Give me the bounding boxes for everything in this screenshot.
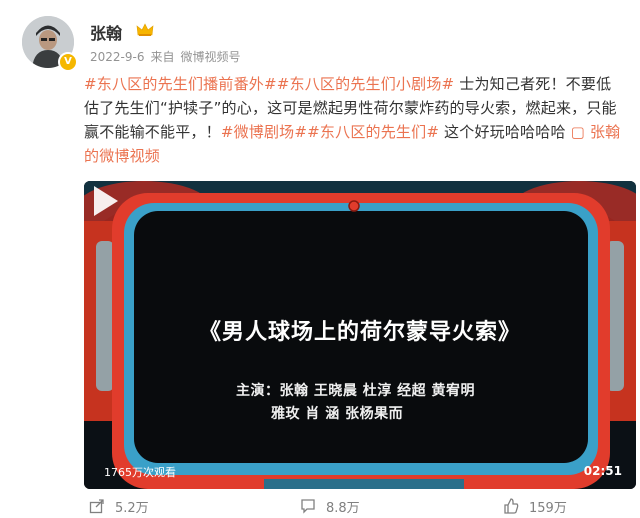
video-title-card: 《男人球场上的荷尔蒙导火索》 [198, 320, 521, 345]
verified-badge-icon: V [58, 52, 78, 72]
post-date[interactable]: 2022-9-6 [90, 50, 144, 64]
like-icon [504, 498, 519, 514]
action-bar: 5.2万 8.8万 159万 [0, 494, 640, 518]
user-name[interactable]: 张翰 [90, 20, 122, 44]
video-link-icon: ▢ [570, 123, 590, 141]
comment-count: 8.8万 [326, 500, 360, 516]
post-text: #东八区的先生们播前番外##东八区的先生们小剧场# 士为知己者死！不要低估了先生… [84, 72, 624, 168]
share-icon [89, 499, 104, 514]
post-body-text: 这个好玩哈哈哈哈 [439, 123, 571, 141]
play-icon[interactable] [84, 181, 124, 221]
hashtag-link[interactable]: #东八区的先生们# [307, 123, 439, 141]
member-crown-icon [136, 23, 154, 36]
post-source[interactable]: 微博视频号 [180, 50, 240, 64]
share-count: 5.2万 [115, 500, 149, 516]
video-view-count: 1765万次观看 [104, 466, 176, 479]
hashtag-link[interactable]: #微博剧场# [221, 123, 307, 141]
video-duration: 02:51 [583, 464, 622, 478]
like-button[interactable]: 159万 [503, 494, 567, 518]
video-player[interactable]: 《男人球场上的荷尔蒙导火索》 主演：张翰 王晓晨 杜淳 经超 黄宥明 雅玫 肖 … [84, 181, 636, 489]
hashtag-link[interactable]: #东八区的先生们小剧场# [277, 75, 455, 93]
video-cast-line-1: 主演：张翰 王晓晨 杜淳 经超 黄宥明 [236, 383, 475, 399]
like-count: 159万 [529, 500, 567, 516]
video-cast-line-2: 雅玫 肖 涵 张杨果而 [271, 406, 404, 422]
comment-button[interactable]: 8.8万 [300, 494, 360, 518]
post-from-label: 来自 [150, 50, 175, 64]
share-button[interactable]: 5.2万 [89, 494, 149, 518]
comment-icon [301, 499, 315, 514]
hashtag-link[interactable]: #东八区的先生们播前番外# [84, 75, 277, 93]
post-meta: 2022-9-6 来自 微博视频号 [90, 48, 247, 65]
